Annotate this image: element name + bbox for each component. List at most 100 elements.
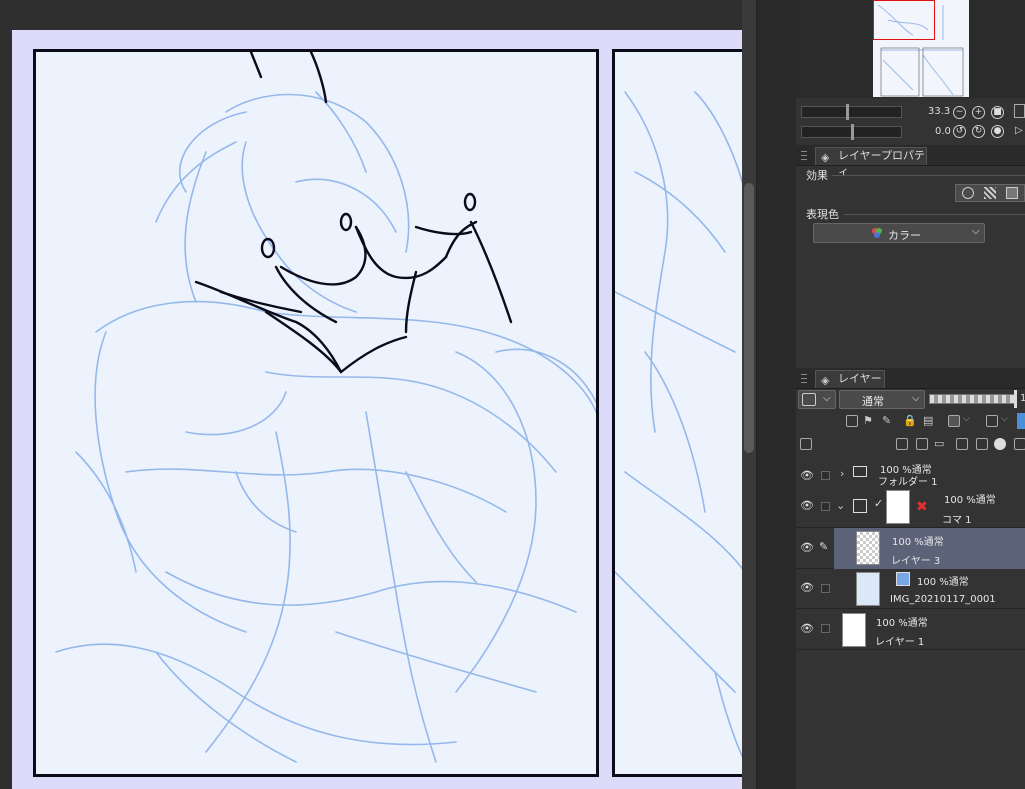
delete-layer-icon[interactable] [1014, 438, 1025, 450]
blend-mode-select[interactable]: 通常 ⌵ [839, 390, 925, 409]
layer-panel-menu-icon[interactable] [801, 374, 807, 383]
layer-opacity-mode: 100 %通常 [917, 577, 969, 588]
transfer-layer-icon[interactable] [956, 438, 968, 450]
layer-thumbnail [856, 531, 880, 565]
zoom-slider[interactable] [801, 106, 902, 118]
layer-name: レイヤー 1 [875, 637, 925, 648]
layer-thumbnail [842, 613, 866, 647]
draft-icon[interactable]: ✎ [882, 414, 891, 427]
chevron-right-icon[interactable]: › [840, 467, 844, 480]
layers-stack-icon: ◈ [821, 151, 830, 164]
layer-select-checkbox[interactable] [821, 624, 830, 633]
layer-lock-toolbar: ⚑ ✎ 🔒 ▤ ⌵ ⌵ [846, 413, 1025, 430]
layer-thumbnail [886, 490, 910, 524]
panel-menu-icon[interactable] [801, 151, 807, 160]
chevron-down-icon[interactable]: ⌵ [963, 414, 970, 424]
merge-layer-icon[interactable] [976, 438, 988, 450]
rotate-right-icon[interactable]: ↻ [972, 125, 985, 138]
reference-icon[interactable]: ⚑ [863, 414, 873, 427]
navigator-view-rect[interactable] [873, 0, 935, 40]
layer-opacity-mode: 100 %通常 [944, 495, 996, 506]
expression-color-select[interactable]: カラー ⌵ [813, 223, 985, 243]
lock-transparent-icon[interactable]: ▤ [923, 414, 933, 427]
opacity-value-edge: 1 [1020, 393, 1025, 404]
zoom-value: 33.3 [928, 106, 951, 117]
chevron-down-icon: ⌵ [912, 393, 920, 404]
opacity-slider[interactable] [929, 394, 1015, 404]
eye-icon[interactable]: 👁 [800, 469, 814, 482]
comic-frame-2[interactable] [612, 49, 742, 777]
layer-color-swatch [802, 393, 816, 406]
eye-icon[interactable]: 👁 [800, 541, 814, 554]
lock-icon[interactable]: 🔒 [903, 414, 917, 427]
chevron-down-icon: ⌵ [823, 393, 831, 404]
layers-stack-icon: ◈ [821, 374, 830, 387]
new-vector-layer-icon[interactable] [916, 438, 928, 450]
flip-icon[interactable]: ▷ [1015, 125, 1023, 136]
opacity-slider-handle[interactable] [1014, 390, 1017, 408]
zoom-in-icon[interactable]: + [972, 106, 985, 119]
new-folder-icon[interactable]: ▭ [934, 437, 944, 450]
color-circles-icon [871, 227, 883, 239]
layer-actions-toolbar: ▭ [800, 437, 1025, 452]
layer-color-dropdown[interactable]: ⌵ [798, 390, 836, 409]
reset-rotation-icon[interactable]: ● [991, 125, 1004, 138]
layer-row[interactable]: 👁 ⌄ ✓ ✖ 100 %通常 コマ 1 [796, 487, 1025, 528]
rotate-slider-handle[interactable] [851, 124, 854, 140]
eye-icon[interactable]: 👁 [800, 499, 814, 512]
layer-row[interactable]: 👁 100 %通常 レイヤー 1 [796, 609, 1025, 650]
layer-select-checkbox[interactable] [821, 471, 830, 480]
tab-layer-property[interactable]: ◈ レイヤープロパティ [815, 147, 927, 178]
layer-select-checkbox[interactable] [821, 584, 830, 593]
fit-view-icon[interactable]: ■ [991, 106, 1004, 119]
expression-color-divider [844, 214, 1025, 215]
layer-thumbnail [856, 572, 880, 606]
eye-icon[interactable]: 👁 [800, 622, 814, 635]
scrollbar-thumb[interactable] [744, 183, 754, 453]
zoom-slider-handle[interactable] [846, 104, 849, 120]
layer-opacity-mode: 100 %通常 [876, 618, 928, 629]
chevron-down-icon[interactable]: ⌄ [836, 499, 845, 512]
chevron-down-icon[interactable]: ⌵ [1001, 414, 1008, 424]
expression-color-value: カラー [888, 229, 921, 242]
ruler-display-icon[interactable] [986, 415, 998, 427]
tab-layer[interactable]: ◈ レイヤー [815, 370, 885, 388]
chevron-down-icon: ⌵ [972, 226, 980, 237]
sketch-artwork-2 [615, 91, 742, 758]
image-material-icon [896, 572, 910, 586]
layer-row-selected[interactable]: 👁 ✎ 100 %通常 レイヤー 3 [796, 528, 1025, 569]
layer-name: IMG_20210117_0001 [890, 594, 996, 605]
create-mask-icon[interactable] [994, 438, 1006, 450]
rotate-left-icon[interactable]: ↺ [953, 125, 966, 138]
frame-folder-icon [853, 499, 867, 513]
blend-mode-value: 通常 [862, 395, 884, 408]
comic-frame-1[interactable] [33, 49, 599, 777]
new-raster-layer-icon[interactable] [896, 438, 908, 450]
folder-icon [853, 466, 867, 477]
layer-option-icon[interactable] [1017, 413, 1025, 429]
clip-icon[interactable] [846, 415, 858, 427]
checkmark-icon: ✓ [874, 497, 884, 510]
zoom-out-icon[interactable]: − [953, 106, 966, 119]
border-effect-icon[interactable] [962, 187, 974, 199]
layer-name: フォルダー 1 [878, 477, 938, 488]
layer-row[interactable]: 👁 100 %通常 IMG_20210117_0001 [796, 569, 1025, 609]
mask-enable-icon[interactable] [948, 415, 960, 427]
tone-effect-icon[interactable] [984, 187, 996, 199]
panel-gutter [756, 0, 797, 789]
effect-label: 効果 [806, 169, 828, 182]
mask-disabled-icon: ✖ [916, 499, 928, 515]
rotate-value: 0.0 [935, 126, 951, 137]
pen-edit-icon: ✎ [819, 540, 829, 553]
layer-name: コマ 1 [942, 515, 972, 526]
canvas-area[interactable] [0, 0, 742, 789]
eye-icon[interactable]: 👁 [800, 581, 814, 594]
layer-list-icon[interactable] [800, 438, 812, 450]
layer-opacity-mode: 100 %通常 [892, 537, 944, 548]
layer-color-effect-icon[interactable] [1006, 187, 1018, 199]
layer-select-checkbox[interactable] [821, 502, 830, 511]
layer-name: レイヤー 3 [891, 556, 941, 567]
expression-color-label: 表現色 [806, 208, 839, 221]
fullscreen-icon[interactable] [1014, 104, 1025, 118]
effect-divider [832, 175, 1025, 176]
